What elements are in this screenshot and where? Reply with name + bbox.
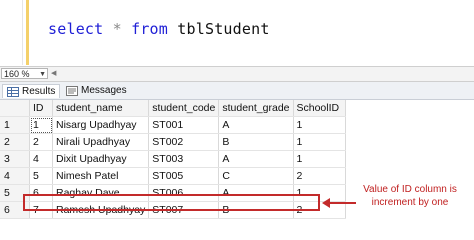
tab-messages[interactable]: Messages xyxy=(62,84,131,98)
query-editor[interactable]: select * from tblStudent xyxy=(0,0,474,65)
cell-student-grade[interactable]: A xyxy=(218,116,294,134)
keyword-from: from xyxy=(131,20,169,38)
scroll-left-icon[interactable]: ◀ xyxy=(51,70,57,77)
result-tabs: Results Messages xyxy=(0,82,474,100)
star-operator: * xyxy=(112,20,122,38)
cell-school-id[interactable]: 1 xyxy=(293,150,346,168)
cell-student-grade[interactable]: C xyxy=(218,167,294,185)
column-header-school-id[interactable]: SchoolID xyxy=(293,100,346,117)
tab-results[interactable]: Results xyxy=(2,84,61,98)
zoom-value: 160 % xyxy=(4,69,30,79)
cell-school-id[interactable]: 1 xyxy=(293,133,346,151)
table-row[interactable]: 2 2 Nirali Upadhyay ST002 B 1 xyxy=(0,133,346,151)
table-row[interactable]: 4 5 Nimesh Patel ST005 C 2 xyxy=(0,167,346,185)
cell-student-name[interactable]: Nirali Upadhyay xyxy=(52,133,150,151)
cell-student-grade[interactable]: A xyxy=(218,150,294,168)
cell-student-name[interactable]: Nisarg Upadhyay xyxy=(52,116,150,134)
editor-gutter xyxy=(22,0,23,65)
column-header-id[interactable]: ID xyxy=(29,100,53,117)
cell-id[interactable]: 5 xyxy=(29,167,53,185)
cell-student-code[interactable]: ST005 xyxy=(148,167,220,185)
cell-student-code[interactable]: ST003 xyxy=(148,150,220,168)
messages-icon xyxy=(66,86,78,96)
row-number[interactable]: 1 xyxy=(0,116,30,134)
table-name: tblStudent xyxy=(177,20,270,38)
cell-student-code[interactable]: ST001 xyxy=(148,116,220,134)
annotation-line-2: increment by one xyxy=(371,197,449,208)
sql-query-line[interactable]: select * from tblStudent xyxy=(48,20,270,38)
table-row[interactable]: 3 4 Dixit Upadhyay ST003 A 1 xyxy=(0,150,346,168)
table-row[interactable]: 1 1 Nisarg Upadhyay ST001 A 1 xyxy=(0,116,346,134)
row-number[interactable]: 3 xyxy=(0,150,30,168)
zoom-bar: 160 % ▼ ◀ xyxy=(0,66,474,82)
column-header-student-grade[interactable]: student_grade xyxy=(218,100,294,117)
corner-cell[interactable] xyxy=(0,100,30,117)
change-indicator-bar xyxy=(26,0,29,65)
column-header-student-name[interactable]: student_name xyxy=(52,100,150,117)
header-row: ID student_name student_code student_gra… xyxy=(0,100,346,117)
tab-messages-label: Messages xyxy=(81,85,127,96)
chevron-down-icon: ▼ xyxy=(39,71,46,78)
keyword-select: select xyxy=(48,20,104,38)
annotation-text: Value of ID column is increment by one xyxy=(347,183,473,209)
zoom-dropdown[interactable]: 160 % ▼ xyxy=(1,68,48,79)
tab-results-label: Results xyxy=(22,85,56,97)
cell-id[interactable]: 1 xyxy=(29,116,53,134)
column-header-student-code[interactable]: student_code xyxy=(148,100,220,117)
cell-student-name[interactable]: Dixit Upadhyay xyxy=(52,150,150,168)
cell-student-grade[interactable]: B xyxy=(218,133,294,151)
cell-id[interactable]: 4 xyxy=(29,150,53,168)
cell-student-name[interactable]: Nimesh Patel xyxy=(52,167,150,185)
highlight-box xyxy=(23,194,320,211)
row-number[interactable]: 4 xyxy=(0,167,30,185)
cell-student-code[interactable]: ST002 xyxy=(148,133,220,151)
cell-id[interactable]: 2 xyxy=(29,133,53,151)
cell-school-id[interactable]: 1 xyxy=(293,116,346,134)
row-number[interactable]: 2 xyxy=(0,133,30,151)
grid-icon xyxy=(7,86,19,97)
annotation-line-1: Value of ID column is xyxy=(363,184,457,195)
cell-school-id[interactable]: 2 xyxy=(293,167,346,185)
